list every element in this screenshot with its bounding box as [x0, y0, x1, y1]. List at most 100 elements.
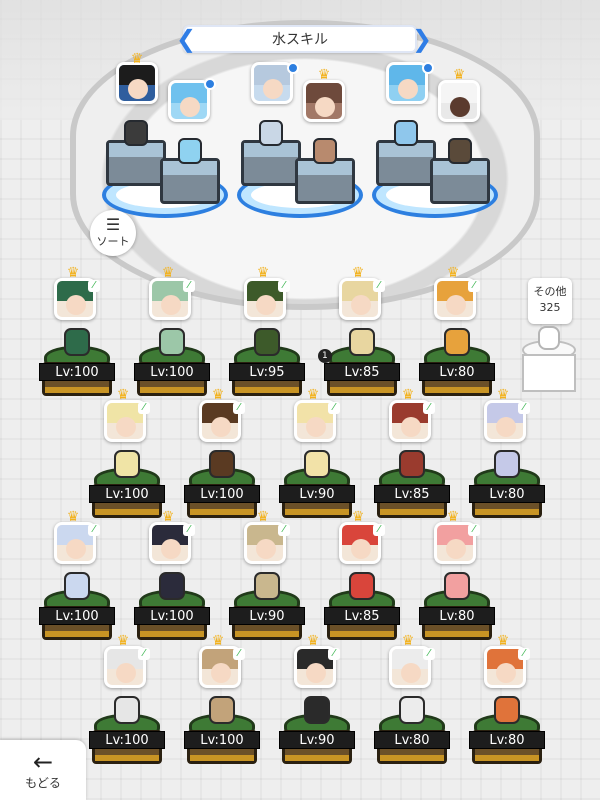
crown-icon: ♛	[401, 633, 415, 649]
roster-character-slot[interactable]: ♛ ⁄ Lv:85	[374, 388, 451, 520]
level-label: Lv:90	[279, 485, 355, 503]
crown-icon: ♛	[351, 509, 365, 525]
team-member-portrait[interactable]	[438, 80, 480, 122]
sort-icon: ☰	[105, 215, 121, 234]
other-label: その他	[533, 285, 567, 298]
crown-icon: ♛	[66, 265, 80, 281]
character-pedestal: Lv:80	[419, 572, 495, 652]
level-label: Lv:100	[134, 607, 210, 625]
roster-character-slot[interactable]: ♛ ⁄ Lv:90	[229, 510, 306, 642]
character-pedestal: Lv:85	[374, 450, 450, 530]
character-pedestal: Lv:90	[279, 450, 355, 530]
crown-icon: ♛	[161, 509, 175, 525]
roster-character-slot[interactable]: ♛ ⁄ Lv:100	[39, 510, 116, 642]
wind-element-icon: ⁄	[233, 648, 245, 660]
roster-character-slot[interactable]: ♛ ⁄ Lv:85	[324, 266, 401, 398]
level-label: Lv:100	[184, 485, 260, 503]
roster-character-slot[interactable]: ♛ ⁄ Lv:80	[469, 634, 546, 766]
wind-element-icon: ⁄	[328, 402, 340, 414]
crown-icon: ♛	[317, 67, 331, 83]
wind-element-icon: ⁄	[88, 524, 100, 536]
crown-icon: ♛	[130, 51, 144, 67]
roster-character-slot[interactable]: ♛ ⁄ Lv:85	[324, 510, 401, 642]
wind-element-icon: ⁄	[423, 648, 435, 660]
character-pedestal: Lv:95	[229, 328, 305, 408]
level-label: Lv:100	[134, 363, 210, 381]
roster-character-slot[interactable]: ♛ ⁄ Lv:80	[419, 510, 496, 642]
roster-character-slot[interactable]: ♛ ⁄ Lv:100	[89, 388, 166, 520]
roster-character-slot[interactable]: ♛ ⁄ Lv:90	[279, 388, 356, 520]
character-sprite	[254, 328, 280, 356]
character-pedestal: Lv:100	[134, 328, 210, 408]
crown-icon: ♛	[256, 265, 270, 281]
roster-character-slot[interactable]: ♛ ⁄ Lv:100	[184, 388, 261, 520]
level-label: Lv:90	[229, 607, 305, 625]
crown-icon: ♛	[211, 387, 225, 403]
level-label: Lv:80	[419, 607, 495, 625]
character-pedestal: Lv:80	[469, 450, 545, 530]
character-sprite	[444, 328, 470, 356]
team-member-sprite	[259, 120, 283, 146]
stack-count-badge: 1	[318, 349, 332, 363]
character-pedestal: Lv:80	[469, 696, 545, 776]
empty-character-slot[interactable]	[518, 326, 580, 394]
roster-character-slot[interactable]: ♛ ⁄ Lv:100	[184, 634, 261, 766]
roster-character-slot[interactable]: ♛ ⁄ Lv:100	[39, 266, 116, 398]
crown-icon: ♛	[351, 265, 365, 281]
roster-character-slot[interactable]: ♛ ⁄ Lv:90	[279, 634, 356, 766]
level-label: Lv:80	[419, 363, 495, 381]
character-pedestal: Lv:100	[89, 696, 165, 776]
character-pedestal: Lv:90	[279, 696, 355, 776]
character-pedestal: Lv:100	[89, 450, 165, 530]
roster-character-slot[interactable]: ♛ ⁄ Lv:100	[134, 510, 211, 642]
character-silhouette-icon	[538, 326, 560, 350]
team-pedestal	[430, 158, 490, 204]
team-member-sprite	[448, 138, 472, 164]
character-pedestal: Lv:80	[419, 328, 495, 408]
character-sprite	[159, 572, 185, 600]
level-label: Lv:80	[374, 731, 450, 749]
roster-character-slot[interactable]: ♛ ⁄ Lv:95	[229, 266, 306, 398]
level-label: Lv:100	[184, 731, 260, 749]
character-sprite	[304, 696, 330, 724]
wind-element-icon: ⁄	[468, 524, 480, 536]
team-slot-3[interactable]: ♛	[370, 62, 500, 222]
wind-element-icon: ⁄	[373, 524, 385, 536]
character-sprite	[494, 450, 520, 478]
water-element-icon	[287, 62, 299, 74]
character-pedestal: Lv:90	[229, 572, 305, 652]
wind-element-icon: ⁄	[518, 648, 530, 660]
character-sprite	[349, 328, 375, 356]
back-button[interactable]: ← もどる	[0, 740, 86, 800]
level-label: Lv:90	[279, 731, 355, 749]
back-arrow-icon: ←	[32, 747, 54, 776]
crown-icon: ♛	[256, 509, 270, 525]
team-slot-1[interactable]: ♛	[100, 52, 230, 222]
character-sprite	[209, 450, 235, 478]
chevron-right-icon[interactable]: ❯	[412, 26, 432, 52]
character-pedestal: Lv:100	[184, 450, 260, 530]
other-count-bubble[interactable]: その他 325	[528, 278, 572, 324]
team-member-sprite	[124, 120, 148, 146]
character-sprite	[64, 572, 90, 600]
team-member-portrait[interactable]	[303, 80, 345, 122]
level-label: Lv:85	[324, 607, 400, 625]
roster-character-slot[interactable]: ♛ ⁄ Lv:80	[469, 388, 546, 520]
crown-icon: ♛	[161, 265, 175, 281]
roster-character-slot[interactable]: ♛ ⁄ Lv:100	[134, 266, 211, 398]
level-label: Lv:100	[89, 485, 165, 503]
team-member-sprite	[313, 138, 337, 164]
character-sprite	[444, 572, 470, 600]
crown-icon: ♛	[66, 509, 80, 525]
crown-icon: ♛	[211, 633, 225, 649]
team-slot-2[interactable]: ♛	[235, 62, 365, 222]
chevron-left-icon[interactable]: ❮	[176, 26, 196, 52]
team-pedestal	[376, 140, 436, 186]
character-sprite	[209, 696, 235, 724]
roster-character-slot[interactable]: ♛ ⁄ Lv:80	[374, 634, 451, 766]
roster-character-slot[interactable]: ♛ ⁄ Lv:100	[89, 634, 166, 766]
sort-button[interactable]: ☰ ソート	[90, 210, 136, 256]
team-leader-portrait[interactable]	[116, 62, 158, 104]
character-sprite	[159, 328, 185, 356]
roster-character-slot[interactable]: ♛ ⁄ Lv:80	[419, 266, 496, 398]
